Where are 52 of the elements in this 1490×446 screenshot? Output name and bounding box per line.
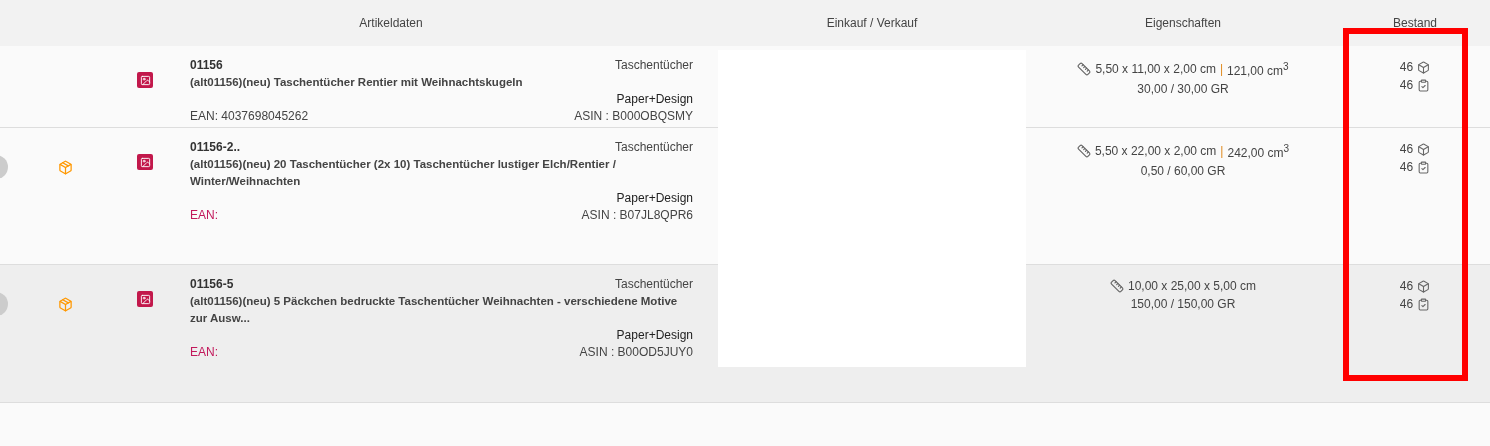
article-name: (alt01156)(neu) 5 Päckchen bedruckte Taschentücher Weihnachten - verschiedene Motive zur Ausw... bbox=[190, 294, 679, 326]
stock-count: 46 bbox=[1399, 59, 1414, 76]
column-header: Einkauf / Verkauf bbox=[825, 16, 919, 30]
brand-text: Paper+Design bbox=[616, 190, 693, 207]
brand-text: Paper+Design bbox=[616, 327, 693, 344]
image-icon[interactable] bbox=[137, 154, 153, 170]
image-icon[interactable] bbox=[137, 291, 153, 307]
asin-text: ASIN : B000OBQSMY bbox=[574, 108, 693, 125]
ean-text: EAN: bbox=[190, 207, 218, 224]
asin-text: ASIN : B00OD5JUY0 bbox=[579, 344, 693, 361]
category-text: Taschentücher bbox=[614, 57, 693, 74]
available-count: 46 bbox=[1399, 77, 1414, 94]
dimensions-text: 10,00 x 25,00 x 5,00 cm bbox=[1127, 278, 1257, 295]
weight-text: 150,00 / 150,00 GR bbox=[1130, 296, 1236, 313]
volume-text: 121,00 cm$^{3}$ bbox=[1227, 60, 1289, 80]
stock-count: 46 bbox=[1399, 278, 1414, 295]
clipboard-check-icon bbox=[1417, 297, 1431, 311]
column-header: Artikeldaten bbox=[358, 16, 424, 30]
ean-text: EAN: bbox=[190, 344, 218, 361]
dimensions-text: 5,50 x 11,00 x 2,00 cm bbox=[1095, 61, 1216, 78]
volume-text: 242,00 cm$^{3}$ bbox=[1227, 142, 1290, 162]
ruler-icon bbox=[1109, 279, 1124, 293]
article-number: 01156-2.. bbox=[190, 139, 241, 156]
available-count: 46 bbox=[1399, 296, 1414, 313]
available-count: 46 bbox=[1399, 159, 1414, 176]
box-icon bbox=[1417, 142, 1431, 156]
column-header: Eigenschaften bbox=[1143, 16, 1223, 30]
ruler-icon bbox=[1076, 144, 1091, 158]
article-number: 01156 bbox=[190, 57, 223, 74]
ean-text: EAN: 4037698045262 bbox=[190, 108, 309, 125]
table-row[interactable] bbox=[0, 265, 1490, 403]
article-name: (alt01156)(neu) Taschentücher Rentier mit Weihnachtskugeln bbox=[190, 75, 524, 90]
category-text: Taschentücher bbox=[614, 276, 693, 293]
separator: | bbox=[1219, 61, 1223, 78]
weight-text: 30,00 / 30,00 GR bbox=[1137, 81, 1229, 98]
category-text: Taschentücher bbox=[614, 139, 693, 156]
weight-text: 0,50 / 60,00 GR bbox=[1140, 163, 1226, 180]
box-icon bbox=[1417, 60, 1431, 74]
ruler-icon bbox=[1077, 62, 1092, 76]
separator: | bbox=[1220, 143, 1224, 160]
article-name: (alt01156)(neu) 20 Taschentücher (2x 10) Taschentücher lustiger Elch/Rentier / Winter/Weihnachten bbox=[190, 157, 617, 189]
clipboard-check-icon bbox=[1417, 160, 1431, 174]
table-row[interactable] bbox=[0, 128, 1490, 265]
column-header: Bestand bbox=[1391, 16, 1438, 30]
brand-text: Paper+Design bbox=[616, 91, 693, 108]
stock-count: 46 bbox=[1399, 141, 1414, 158]
box-icon bbox=[1417, 279, 1431, 293]
clipboard-check-icon bbox=[1417, 78, 1431, 92]
asin-text: ASIN : B07JL8QPR6 bbox=[581, 207, 693, 224]
article-number: 01156-5 bbox=[190, 276, 234, 293]
image-icon[interactable] bbox=[137, 72, 153, 88]
dimensions-text: 5,50 x 22,00 x 2,00 cm bbox=[1094, 143, 1217, 160]
